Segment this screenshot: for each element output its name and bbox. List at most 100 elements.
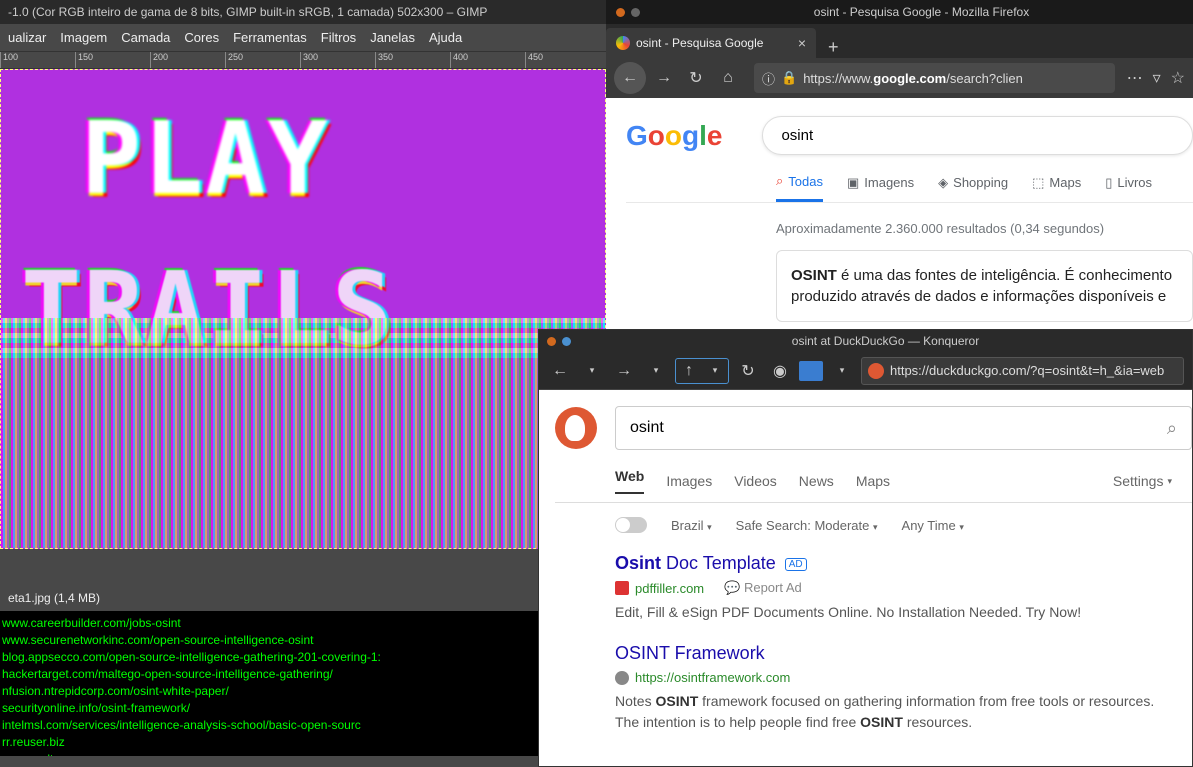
terminal-line: nfusion.ntrepidcorp.com/osint-white-pape… bbox=[2, 683, 604, 700]
chevron-down-icon: ▾ bbox=[1167, 476, 1172, 487]
window-dot bbox=[631, 8, 640, 17]
result-description: Edit, Fill & eSign PDF Documents Online.… bbox=[615, 602, 1175, 623]
forward-menu-icon[interactable]: ▾ bbox=[643, 358, 669, 384]
tab-news[interactable]: News bbox=[799, 473, 834, 489]
region-toggle[interactable] bbox=[615, 517, 647, 533]
time-filter[interactable]: Any Time ▾ bbox=[902, 518, 964, 533]
tab-maps[interactable]: ⬚Maps bbox=[1032, 173, 1081, 202]
safesearch-filter[interactable]: Safe Search: Moderate ▾ bbox=[736, 518, 878, 533]
gimp-window: -1.0 (Cor RGB inteiro de gama de 8 bits,… bbox=[0, 0, 606, 767]
folder-menu-icon[interactable]: ▾ bbox=[829, 358, 855, 384]
gimp-titlebar: -1.0 (Cor RGB inteiro de gama de 8 bits,… bbox=[0, 0, 606, 24]
menu-camada[interactable]: Camada bbox=[121, 30, 170, 45]
duckduckgo-logo[interactable] bbox=[555, 407, 597, 449]
region-filter[interactable]: Brazil ▾ bbox=[671, 518, 712, 533]
menu-imagem[interactable]: Imagem bbox=[60, 30, 107, 45]
more-icon[interactable]: ⋯ bbox=[1127, 68, 1143, 88]
result-title[interactable]: OSINT Framework bbox=[615, 643, 1192, 664]
result-url[interactable]: pdffiller.com bbox=[635, 581, 704, 596]
up-down-nav[interactable]: ↑▾ bbox=[675, 358, 729, 384]
back-menu-icon[interactable]: ▾ bbox=[579, 358, 605, 384]
konqueror-titlebar: osint at DuckDuckGo — Konqueror bbox=[539, 330, 1192, 352]
tab-maps[interactable]: Maps bbox=[856, 473, 890, 489]
terminal-output[interactable]: www.careerbuilder.com/jobs-osint www.sec… bbox=[0, 611, 606, 756]
result-stats: Aproximadamente 2.360.000 resultados (0,… bbox=[776, 221, 1193, 236]
google-favicon bbox=[616, 36, 630, 50]
menu-janelas[interactable]: Janelas bbox=[370, 30, 415, 45]
google-tabs: ⌕Todas ▣Imagens ◈Shopping ⬚Maps ▯Livros bbox=[776, 173, 1193, 202]
window-dot[interactable] bbox=[547, 337, 556, 346]
google-search-input[interactable] bbox=[762, 116, 1193, 155]
result-title[interactable]: Osint Doc Template AD bbox=[615, 553, 1192, 574]
home-button[interactable]: ⌂ bbox=[714, 64, 742, 92]
firefox-tabstrip: osint - Pesquisa Google × + bbox=[606, 24, 1193, 58]
ddg-search-input[interactable]: osint ⌕ bbox=[615, 406, 1192, 450]
info-icon: ⓘ bbox=[762, 69, 775, 88]
menu-ferramentas[interactable]: Ferramentas bbox=[233, 30, 307, 45]
konqueror-toolbar: ← ▾ → ▾ ↑▾ ↻ ◉ ▾ https://duckduckgo.com/… bbox=[539, 352, 1192, 390]
tab-livros[interactable]: ▯Livros bbox=[1105, 173, 1152, 202]
forward-button[interactable]: → bbox=[611, 358, 637, 384]
gimp-statusbar: eta1.jpg (1,4 MB) bbox=[0, 549, 606, 611]
back-button[interactable]: ← bbox=[614, 62, 646, 94]
reload-button[interactable]: ↻ bbox=[682, 64, 710, 92]
ad-badge: AD bbox=[785, 558, 807, 571]
terminal-line: securityonline.info/osint-framework/ bbox=[2, 700, 604, 717]
window-dot[interactable] bbox=[562, 337, 571, 346]
firefox-app-icon bbox=[616, 8, 625, 17]
tab-images[interactable]: Images bbox=[666, 473, 712, 489]
tab-todas[interactable]: ⌕Todas bbox=[776, 173, 823, 202]
pocket-icon[interactable]: ▿ bbox=[1153, 68, 1161, 88]
down-icon[interactable]: ▾ bbox=[702, 359, 728, 383]
gimp-ruler: 100150200250300350400450 bbox=[0, 51, 606, 69]
search-result: OSINT Framework https://osintframework.c… bbox=[615, 643, 1192, 733]
image-icon: ▣ bbox=[847, 175, 859, 191]
terminal-line: blog.appsecco.com/open-source-intelligen… bbox=[2, 649, 604, 666]
terminal-line: www.securenetworkinc.com/open-source-int… bbox=[2, 632, 604, 649]
url-bar[interactable]: https://duckduckgo.com/?q=osint&t=h_&ia=… bbox=[861, 357, 1184, 385]
url-bar[interactable]: ⓘ 🔒 https://www.google.com/search?clien bbox=[754, 63, 1115, 93]
menu-ajuda[interactable]: Ajuda bbox=[429, 30, 462, 45]
book-icon: ▯ bbox=[1105, 175, 1112, 191]
konqueror-window: osint at DuckDuckGo — Konqueror ← ▾ → ▾ … bbox=[538, 329, 1193, 767]
stop-button[interactable]: ◉ bbox=[767, 358, 793, 384]
tab-videos[interactable]: Videos bbox=[734, 473, 777, 489]
tab-label: osint - Pesquisa Google bbox=[636, 36, 763, 50]
firefox-window: osint - Pesquisa Google - Mozilla Firefo… bbox=[606, 0, 1193, 330]
terminal-line: intelmsl.com/services/intelligence-analy… bbox=[2, 717, 604, 734]
menu-visualizar[interactable]: ualizar bbox=[8, 30, 46, 45]
search-query: osint bbox=[630, 419, 664, 437]
search-icon: ⌕ bbox=[776, 173, 783, 189]
tab-web[interactable]: Web bbox=[615, 468, 644, 494]
ddg-filters: Brazil ▾ Safe Search: Moderate ▾ Any Tim… bbox=[615, 517, 1192, 533]
new-tab-button[interactable]: + bbox=[816, 37, 851, 58]
up-icon[interactable]: ↑ bbox=[676, 359, 702, 383]
browser-tab[interactable]: osint - Pesquisa Google × bbox=[606, 28, 816, 58]
report-ad-link[interactable]: 💬 Report Ad bbox=[724, 580, 802, 596]
ddg-tabs: Web Images Videos News Maps Settings ▾ bbox=[615, 468, 1192, 494]
gimp-menubar: ualizar Imagem Camada Cores Ferramentas … bbox=[0, 24, 606, 51]
site-favicon bbox=[615, 581, 629, 595]
result-url[interactable]: https://osintframework.com bbox=[635, 670, 790, 685]
terminal-line: rr.reuser.biz bbox=[2, 734, 604, 751]
google-logo[interactable]: Google bbox=[626, 120, 722, 152]
tab-shopping[interactable]: ◈Shopping bbox=[938, 173, 1008, 202]
menu-cores[interactable]: Cores bbox=[184, 30, 219, 45]
ddg-favicon bbox=[868, 363, 884, 379]
url-text: https://www.google.com/search?clien bbox=[803, 71, 1023, 86]
menu-filtros[interactable]: Filtros bbox=[321, 30, 356, 45]
gimp-canvas[interactable]: PLAY TRAILS bbox=[0, 69, 606, 549]
reload-button[interactable]: ↻ bbox=[735, 358, 761, 384]
forward-button[interactable]: → bbox=[650, 64, 678, 92]
firefox-titlebar: osint - Pesquisa Google - Mozilla Firefo… bbox=[606, 0, 1193, 24]
search-icon[interactable]: ⌕ bbox=[1167, 418, 1177, 439]
folder-icon[interactable] bbox=[799, 361, 823, 381]
glitch-noise-area bbox=[1, 318, 605, 548]
close-tab-icon[interactable]: × bbox=[798, 35, 806, 51]
bookmark-star-icon[interactable]: ☆ bbox=[1171, 68, 1185, 88]
back-button[interactable]: ← bbox=[547, 358, 573, 384]
result-description: Notes OSINT framework focused on gatheri… bbox=[615, 691, 1175, 733]
settings-dropdown[interactable]: Settings ▾ bbox=[1113, 473, 1172, 489]
pin-icon: ⬚ bbox=[1032, 175, 1044, 191]
tab-imagens[interactable]: ▣Imagens bbox=[847, 173, 914, 202]
